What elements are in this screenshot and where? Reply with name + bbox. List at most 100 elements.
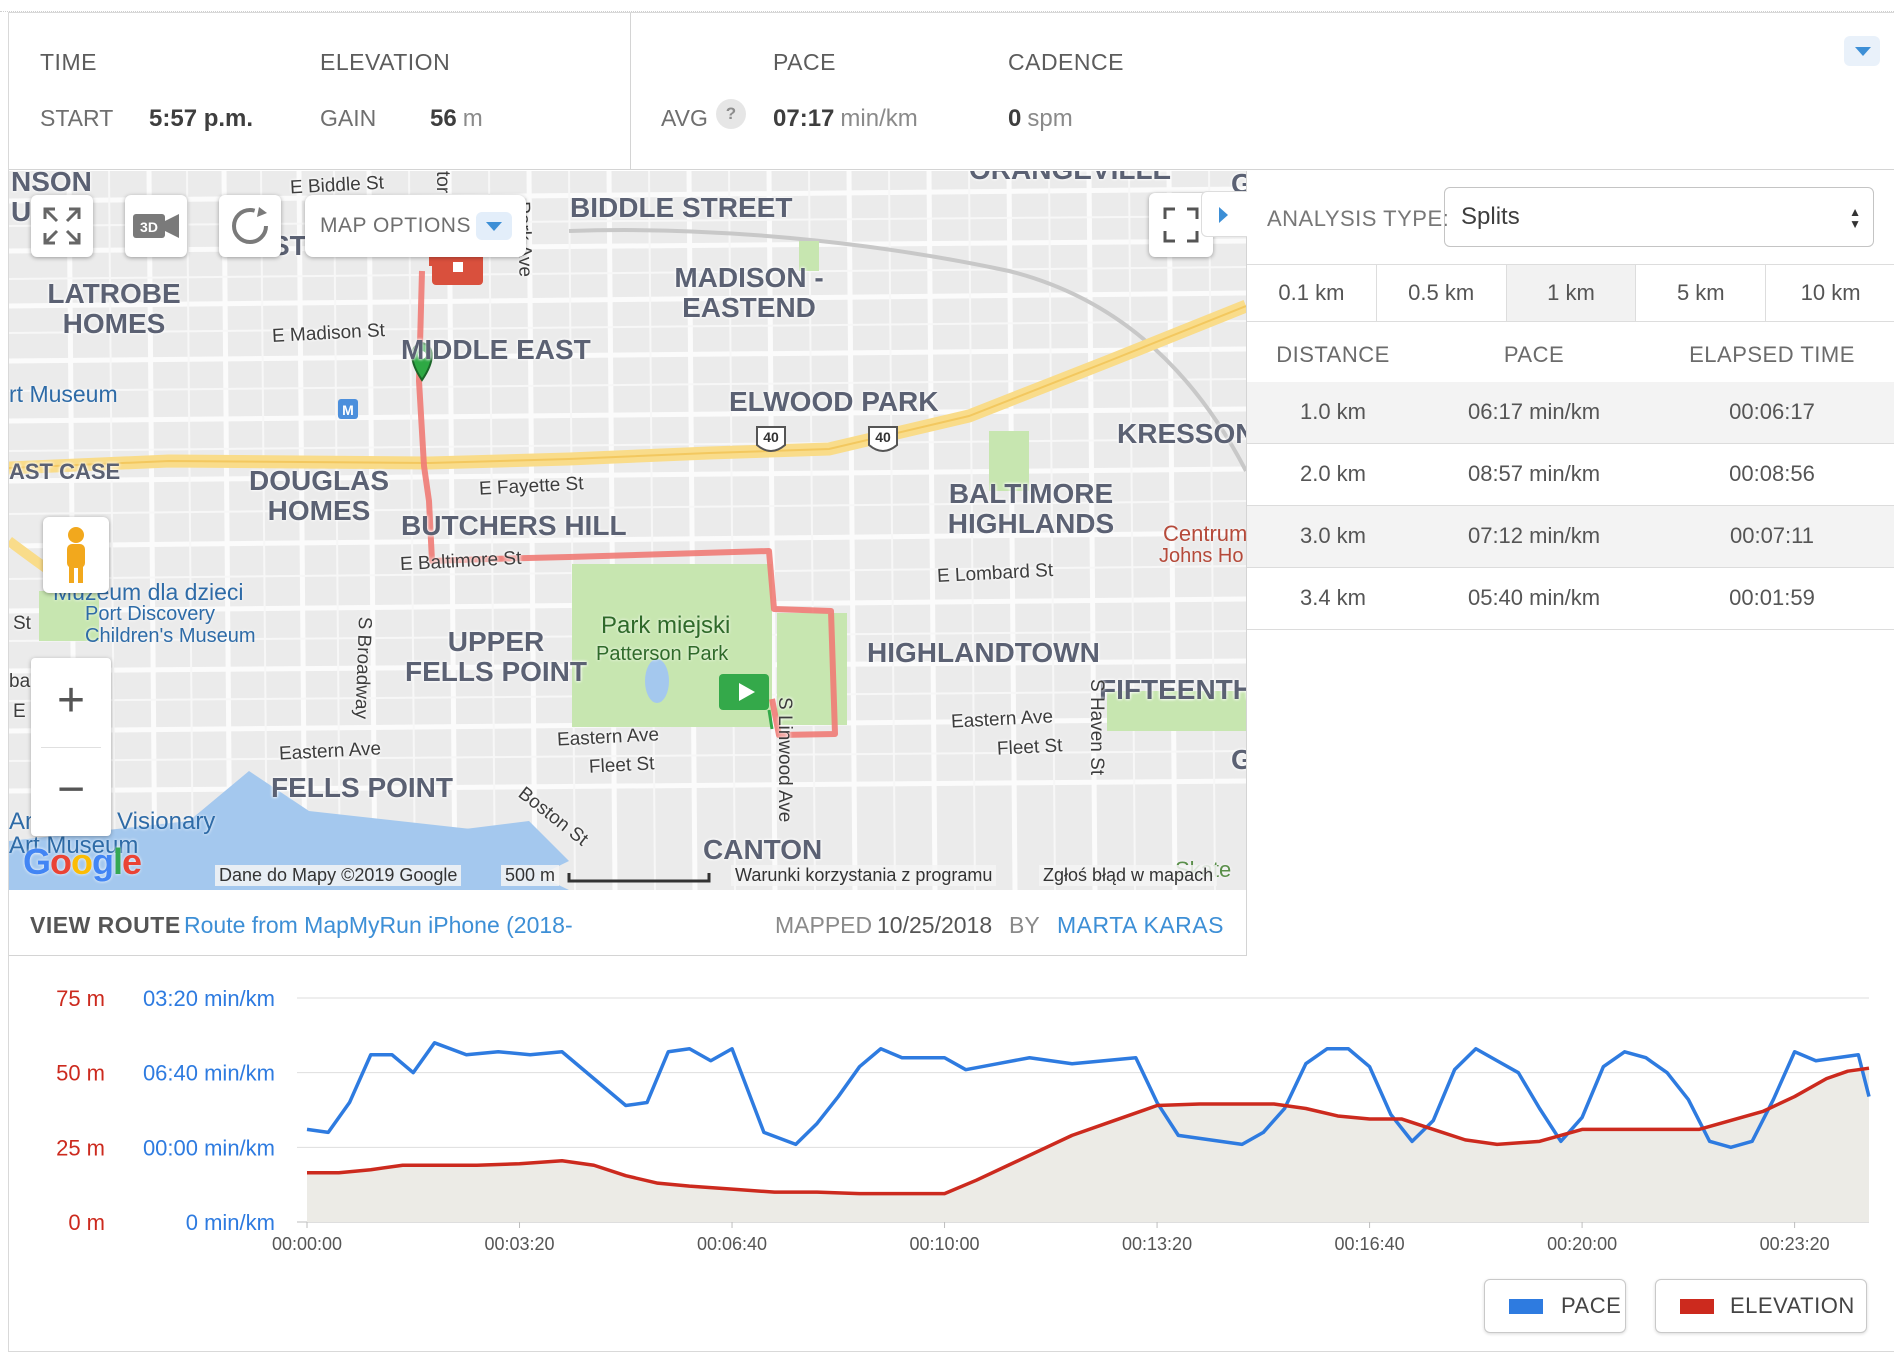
avg-label: AVG: [661, 105, 708, 131]
pace-help-icon[interactable]: ?: [716, 99, 746, 129]
cadence-heading: CADENCE: [1008, 49, 1124, 75]
x-tick-label: 00:03:20: [484, 1234, 554, 1254]
neighborhood-label: MADISON - EASTEND: [674, 262, 824, 323]
x-tick-label: 00:00:00: [272, 1234, 342, 1254]
x-tick-label: 00:13:20: [1122, 1234, 1192, 1254]
neighborhood-label: AST CASE: [9, 459, 121, 484]
top-dotted-border: [0, 0, 1894, 12]
workout-stats-header: TIME START 5:57 p.m. ELEVATION GAIN 56 m …: [9, 13, 1894, 170]
zoom-in-button[interactable]: +: [31, 658, 111, 747]
neighborhood-label: MIDDLE EAST: [401, 334, 591, 365]
neighborhood-label: UPPER FELLS POINT: [405, 626, 587, 687]
poi-label: Park miejski: [601, 612, 731, 639]
neighborhood-label: BALTIMORE HIGHLANDS: [947, 478, 1115, 539]
neighborhood-label: NSON: [11, 171, 92, 197]
splits-table-header: DISTANCE PACE ELAPSED TIME: [1247, 322, 1894, 382]
table-row: 3.4 km 05:40 min/km 00:01:59: [1247, 568, 1894, 630]
route-link[interactable]: Route from MapMyRun iPhone (2018-: [184, 912, 573, 939]
split-distance: 2.0 km: [1299, 461, 1367, 486]
split-pace: 07:12 min/km: [1467, 523, 1601, 548]
neighborhood-label: LATROBE HOMES: [47, 278, 181, 339]
street-label: S Linwood Ave: [774, 697, 795, 823]
map-attribution-bar: Dane do Mapy ©2019 Google 500 m Warunki …: [9, 861, 1246, 890]
street-label: St: [13, 613, 31, 634]
expand-icon: [43, 207, 81, 245]
route-map[interactable]: M 40 40 NSON UA ST LATROBE HOMES: [9, 171, 1246, 890]
shield-number: 40: [763, 429, 779, 445]
fullscreen-button[interactable]: [31, 195, 93, 257]
poi-label: Johns Ho: [1159, 545, 1244, 567]
street-label: E: [13, 701, 26, 722]
analysis-type-value: Splits: [1461, 203, 1520, 230]
interval-option[interactable]: 0.5 km: [1377, 265, 1507, 321]
avg-pace-number: 07:17: [773, 105, 835, 132]
split-elapsed: 00:07:11: [1729, 523, 1814, 548]
legend-pace-toggle[interactable]: PACE: [1484, 1279, 1626, 1333]
zoom-out-button[interactable]: −: [31, 747, 111, 836]
poi-label: Port Discovery: [85, 603, 216, 625]
interval-option[interactable]: 0.1 km: [1247, 265, 1377, 321]
interval-option[interactable]: 5 km: [1636, 265, 1767, 321]
column-header: PACE: [1503, 342, 1565, 367]
by-label: BY: [1009, 912, 1040, 938]
interval-option-active[interactable]: 1 km: [1506, 265, 1637, 321]
legend-elevation-toggle[interactable]: ELEVATION: [1655, 1279, 1867, 1333]
x-tick-label: 00:10:00: [910, 1234, 980, 1254]
poi-label: Centrum: [1163, 521, 1246, 546]
avg-pace-unit: min/km: [840, 105, 918, 132]
us-40-shield-icon: 40: [756, 426, 786, 452]
cadence-unit: spm: [1027, 105, 1073, 132]
neighborhood-label: ELWOOD PARK: [729, 386, 939, 417]
split-elapsed: 00:08:56: [1729, 461, 1815, 486]
mapped-date: 10/25/2018: [877, 912, 993, 938]
pegman-icon: [67, 527, 85, 583]
terms-link[interactable]: Warunki korzystania z programu: [731, 865, 997, 886]
neighborhood-label: DOUGLAS HOMES: [249, 465, 389, 526]
view-route-label: VIEW ROUTE: [30, 912, 181, 938]
street-label: S Haven St: [1086, 679, 1107, 776]
split-elapsed: 00:06:17: [1729, 399, 1815, 424]
y-tick-label-elevation: 75 m: [56, 986, 105, 1011]
rotate-button[interactable]: [219, 195, 281, 257]
collapse-stats-button[interactable]: [1844, 36, 1880, 66]
chevron-down-icon: [476, 212, 512, 240]
table-row: 1.0 km 06:17 min/km 00:06:17: [1247, 382, 1894, 444]
x-tick-label: 00:23:20: [1760, 1234, 1830, 1254]
zoom-control: + −: [31, 658, 111, 836]
gain-label: GAIN: [320, 105, 377, 131]
y-tick-label-pace: 03:20 min/km: [143, 986, 275, 1011]
street-view-button[interactable]: [43, 517, 109, 593]
y-tick-label-elevation: 0 m: [68, 1210, 105, 1235]
street-label: tor: [432, 171, 453, 194]
y-tick-label-pace: 00:00 min/km: [143, 1135, 275, 1160]
analysis-type-select[interactable]: Splits ▲ ▼: [1444, 187, 1874, 247]
avg-pace-value: 07:17 min/km: [773, 105, 918, 133]
split-pace: 08:57 min/km: [1467, 461, 1601, 486]
gain-value: 56 m: [430, 105, 483, 133]
pace-elevation-chart: 0 m 0 min/km 25 m 00:00 min/km 50 m 06:40 min…: [9, 957, 1894, 1352]
3d-view-button[interactable]: 3D: [125, 195, 187, 257]
split-elapsed: 00:01:59: [1729, 585, 1815, 610]
split-interval-selector: 0.1 km 0.5 km 1 km 5 km 10 km: [1247, 264, 1894, 322]
report-error-link[interactable]: Zgłoś błąd w mapach: [1039, 865, 1218, 886]
x-tick-label: 00:16:40: [1335, 1234, 1405, 1254]
x-tick-label: 00:06:40: [697, 1234, 767, 1254]
neighborhood-label: FIFTEENTH: [1099, 674, 1246, 705]
split-pace: 06:17 min/km: [1467, 399, 1601, 424]
y-tick-label-pace: 06:40 min/km: [143, 1061, 275, 1086]
user-link[interactable]: MARTA KARAS: [1057, 912, 1224, 939]
map-options-button[interactable]: MAP OPTIONS: [305, 195, 526, 257]
elevation-heading: ELEVATION: [320, 49, 451, 75]
elevation-area: [307, 1068, 1869, 1222]
y-tick-label-elevation: 25 m: [56, 1135, 105, 1160]
poi-label: Patterson Park: [596, 643, 729, 665]
chevron-right-icon: [1219, 207, 1228, 223]
cadence-value: 0 spm: [1008, 105, 1073, 133]
neighborhood-label: G: [1231, 744, 1246, 775]
us-40-shield-icon: 40: [868, 426, 898, 452]
neighborhood-label: HIGHLANDTOWN: [867, 637, 1100, 668]
neighborhood-label: BIDDLE STREET: [570, 192, 793, 223]
panel-toggle-button[interactable]: [1201, 191, 1247, 237]
gain-number: 56: [430, 105, 457, 132]
interval-option[interactable]: 10 km: [1766, 265, 1894, 321]
